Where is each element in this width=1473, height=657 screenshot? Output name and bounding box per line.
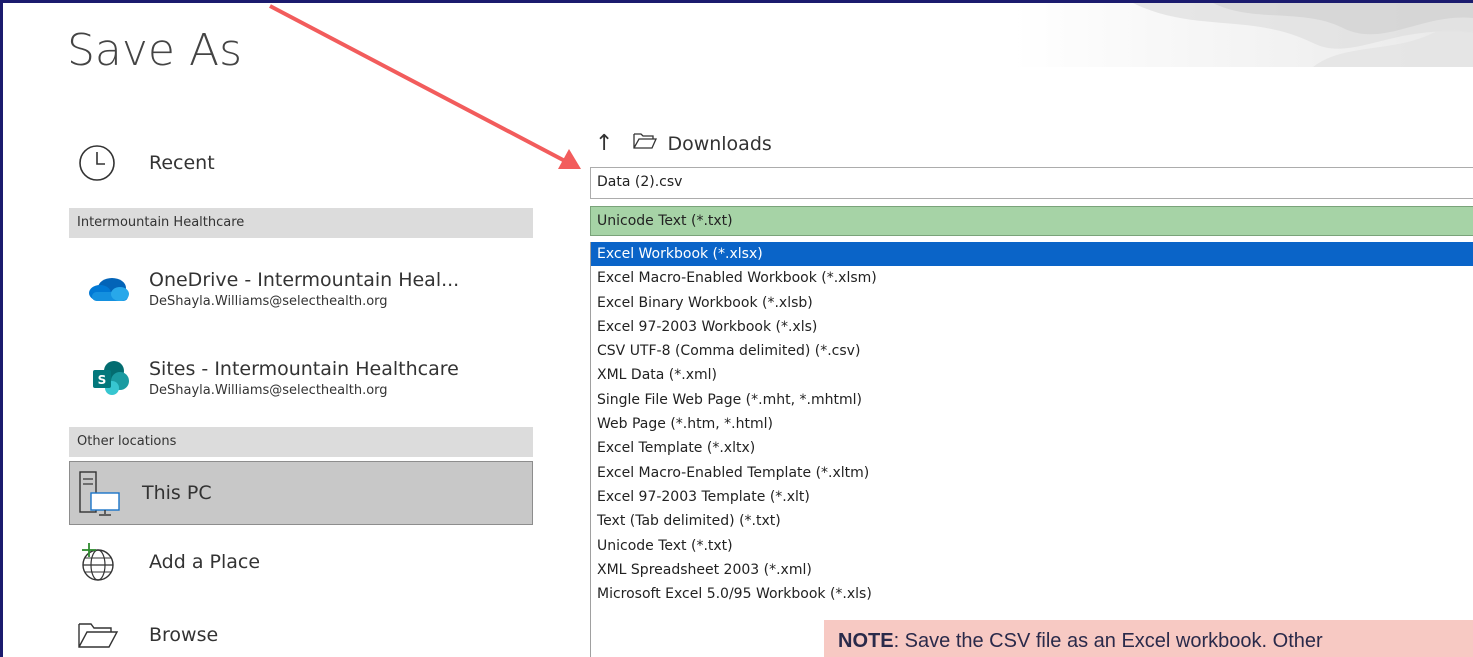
decorative-banner <box>1013 3 1473 67</box>
nav-recent[interactable]: Recent <box>69 139 533 187</box>
filename-input[interactable]: Data (2).csv <box>590 167 1473 199</box>
filetype-option[interactable]: Microsoft Excel 5.0/95 Workbook (*.xls) <box>591 582 1473 606</box>
filetype-select[interactable]: Unicode Text (*.txt) <box>590 206 1473 236</box>
filetype-option[interactable]: XML Data (*.xml) <box>591 363 1473 387</box>
folder-icon <box>633 132 658 155</box>
nav-this-pc[interactable]: This PC <box>69 461 533 525</box>
sites-name: Sites - Intermountain Healthcare <box>149 358 459 380</box>
filetype-option[interactable]: Web Page (*.htm, *.html) <box>591 412 1473 436</box>
save-as-window: Save As Recent Intermountain Healthcare … <box>0 0 1473 657</box>
filetype-option[interactable]: Excel Binary Workbook (*.xlsb) <box>591 291 1473 315</box>
globe-add-icon <box>77 540 127 584</box>
breadcrumb: ↑ Downloads <box>595 131 772 156</box>
filetype-option[interactable]: Excel Template (*.xltx) <box>591 436 1473 460</box>
svg-text:S: S <box>98 373 107 387</box>
nav-add-place[interactable]: Add a Place <box>69 538 533 586</box>
filetype-option[interactable]: Excel 97-2003 Template (*.xlt) <box>591 485 1473 509</box>
filetype-option[interactable]: Excel Workbook (*.xlsx) <box>591 242 1473 267</box>
up-arrow-icon[interactable]: ↑ <box>595 131 613 156</box>
nav-browse-label: Browse <box>149 624 219 646</box>
nav-this-pc-label: This PC <box>142 482 212 504</box>
folder-name[interactable]: Downloads <box>667 133 771 155</box>
filetype-options-list: Excel Workbook (*.xlsx) Excel Macro-Enabl… <box>590 242 1473 657</box>
section-header-org: Intermountain Healthcare <box>69 208 533 238</box>
computer-icon <box>78 471 128 516</box>
section-header-other: Other locations <box>69 427 533 457</box>
nav-sites[interactable]: S Sites - Intermountain Healthcare DeSha… <box>69 348 533 408</box>
onedrive-name: OneDrive - Intermountain Heal... <box>149 269 460 291</box>
filetype-option[interactable]: Single File Web Page (*.mht, *.mhtml) <box>591 388 1473 412</box>
sites-email: DeShayla.Williams@selecthealth.org <box>149 383 388 398</box>
filetype-option[interactable]: Excel Macro-Enabled Workbook (*.xlsm) <box>591 266 1473 290</box>
note-text: : Save the CSV file as an Excel workbook… <box>893 630 1323 652</box>
note-label: NOTE <box>838 630 894 652</box>
sharepoint-icon: S <box>69 356 149 400</box>
onedrive-email: DeShayla.Williams@selecthealth.org <box>149 294 388 309</box>
nav-add-place-label: Add a Place <box>149 551 261 573</box>
filetype-option[interactable]: Excel 97-2003 Workbook (*.xls) <box>591 315 1473 339</box>
onedrive-icon <box>69 267 149 311</box>
filetype-option[interactable]: Text (Tab delimited) (*.txt) <box>591 509 1473 533</box>
filetype-option[interactable]: Excel Macro-Enabled Template (*.xltm) <box>591 461 1473 485</box>
nav-browse[interactable]: Browse <box>69 611 533 657</box>
note-callout: NOTE: Save the CSV file as an Excel work… <box>824 620 1473 657</box>
nav-recent-label: Recent <box>149 152 215 174</box>
page-title: Save As <box>67 25 243 76</box>
folder-open-icon <box>77 613 127 657</box>
nav-onedrive[interactable]: OneDrive - Intermountain Heal... DeShayl… <box>69 259 533 319</box>
clock-icon <box>77 141 127 185</box>
filetype-option[interactable]: XML Spreadsheet 2003 (*.xml) <box>591 558 1473 582</box>
filetype-option[interactable]: Unicode Text (*.txt) <box>591 534 1473 558</box>
filetype-option[interactable]: CSV UTF-8 (Comma delimited) (*.csv) <box>591 339 1473 363</box>
